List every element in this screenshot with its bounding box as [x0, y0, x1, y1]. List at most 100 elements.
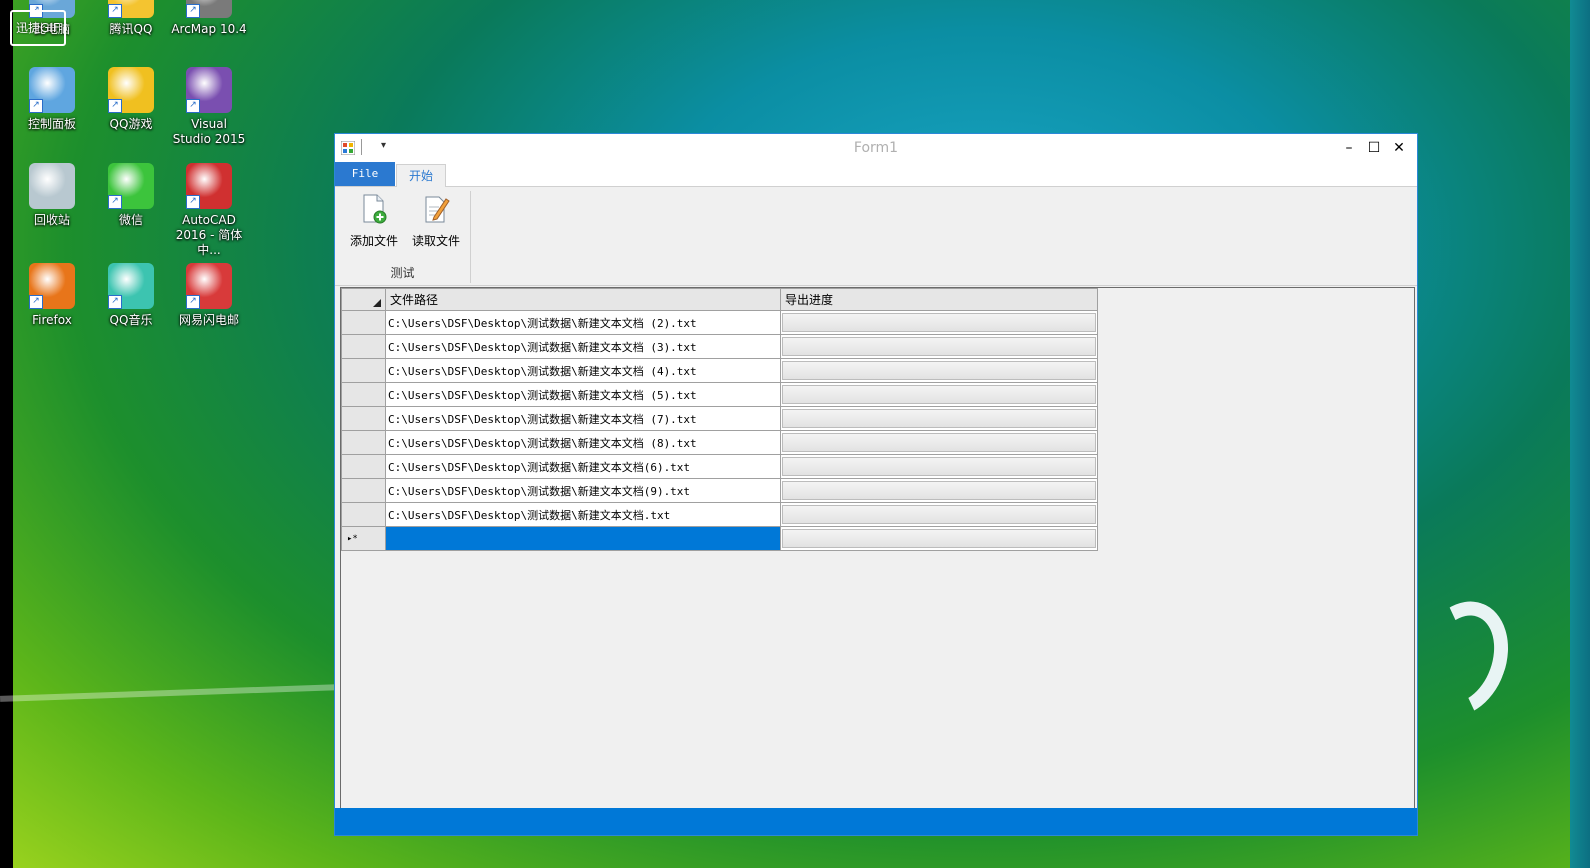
add-file-icon	[363, 194, 387, 224]
desktop-icon-label: 网易闪电邮	[178, 313, 239, 327]
path-cell[interactable]: C:\Users\DSF\Desktop\测试数据\新建文本文档(9).txt	[385, 478, 781, 503]
qq-icon: ↗	[108, 0, 154, 18]
desktop-icon-label: AutoCAD 2016 - 简体中...	[175, 213, 243, 257]
export-progress-bar	[782, 385, 1096, 404]
screen-right-edge	[1570, 0, 1590, 868]
path-cell[interactable]: C:\Users\DSF\Desktop\测试数据\新建文本文档(6).txt	[385, 454, 781, 479]
visual-studio-icon: ↗	[186, 67, 232, 113]
desktop-icon-11[interactable]: ↗ 网易闪电邮	[171, 263, 247, 328]
path-cell[interactable]: C:\Users\DSF\Desktop\测试数据\新建文本文档 (3).txt	[385, 334, 781, 359]
table-row[interactable]: C:\Users\DSF\Desktop\测试数据\新建文本文档(6).txt	[341, 454, 1098, 479]
desktop-icon-5[interactable]: ↗ Visual Studio 2015	[171, 67, 247, 147]
autocad-icon: ↗	[186, 163, 232, 209]
progress-cell	[780, 454, 1098, 479]
table-row[interactable]: C:\Users\DSF\Desktop\测试数据\新建文本文档 (2).txt	[341, 310, 1098, 335]
shortcut-arrow-icon: ↗	[29, 99, 43, 113]
status-bar	[335, 808, 1417, 835]
desktop-icon-6[interactable]: 回收站	[14, 163, 90, 228]
export-progress-bar	[782, 361, 1096, 380]
progress-cell	[780, 334, 1098, 359]
table-row[interactable]: C:\Users\DSF\Desktop\测试数据\新建文本文档.txt	[341, 502, 1098, 527]
maximize-button[interactable]: ☐	[1362, 138, 1386, 158]
export-progress-bar	[782, 457, 1096, 476]
firefox-icon: ↗	[29, 263, 75, 309]
path-cell[interactable]: C:\Users\DSF\Desktop\测试数据\新建文本文档 (2).txt	[385, 310, 781, 335]
screen-left-edge	[0, 0, 13, 868]
file-data-grid[interactable]: 文件路径 导出进度 C:\Users\DSF\Desktop\测试数据\新建文本…	[340, 287, 1415, 809]
tab-start[interactable]: 开始	[396, 164, 446, 187]
row-header[interactable]	[341, 334, 386, 359]
desktop-icon-9[interactable]: ↗ Firefox	[14, 263, 90, 328]
add-file-button[interactable]: 添加文件	[345, 193, 403, 249]
progress-cell	[780, 310, 1098, 335]
minimize-button[interactable]: –	[1337, 138, 1361, 158]
title-bar[interactable]: ▾ Form1 – ☐ ✕	[335, 134, 1417, 162]
row-header[interactable]	[341, 358, 386, 383]
row-header[interactable]	[341, 406, 386, 431]
desktop-icon-10[interactable]: ↗ QQ音乐	[93, 263, 169, 328]
progress-cell	[780, 502, 1098, 527]
window-title: Form1	[853, 140, 899, 156]
desktop-icon-7[interactable]: ↗ 微信	[93, 163, 169, 228]
shortcut-arrow-icon: ↗	[186, 295, 200, 309]
path-cell[interactable]: C:\Users\DSF\Desktop\测试数据\新建文本文档 (8).txt	[385, 430, 781, 455]
export-progress-bar	[782, 481, 1096, 500]
new-row-marker[interactable]: ▸*	[341, 526, 386, 551]
form1-window: ▾ Form1 – ☐ ✕ File 开始 添加文件 读取文件 测试 文件路径 …	[334, 133, 1418, 836]
column-header-path[interactable]: 文件路径	[385, 288, 781, 311]
shortcut-arrow-icon: ↗	[108, 195, 122, 209]
table-row[interactable]: C:\Users\DSF\Desktop\测试数据\新建文本文档 (8).txt	[341, 430, 1098, 455]
path-cell[interactable]: C:\Users\DSF\Desktop\测试数据\新建文本文档 (4).txt	[385, 358, 781, 383]
table-row[interactable]: C:\Users\DSF\Desktop\测试数据\新建文本文档 (3).txt	[341, 334, 1098, 359]
wallpaper-logo-swoosh	[1400, 588, 1524, 730]
desktop-icon-3[interactable]: ↗ 控制面板	[14, 67, 90, 132]
progress-cell	[780, 406, 1098, 431]
export-progress-bar	[782, 409, 1096, 428]
shortcut-arrow-icon: ↗	[108, 4, 122, 18]
read-file-icon	[425, 196, 450, 223]
recycle-bin-icon	[29, 163, 75, 209]
desktop-icon-1[interactable]: ↗ 腾讯QQ	[93, 0, 169, 37]
row-header[interactable]	[341, 430, 386, 455]
read-file-label: 读取文件	[411, 234, 460, 248]
shortcut-arrow-icon: ↗	[108, 295, 122, 309]
desktop-icon-label: 腾讯QQ	[109, 22, 153, 36]
shortcut-arrow-icon: ↗	[186, 4, 200, 18]
progress-cell	[780, 382, 1098, 407]
grid-select-all-corner[interactable]	[341, 288, 386, 311]
table-row[interactable]: C:\Users\DSF\Desktop\测试数据\新建文本文档 (7).txt	[341, 406, 1098, 431]
desktop-icon-4[interactable]: ↗ QQ游戏	[93, 67, 169, 132]
column-header-progress[interactable]: 导出进度	[780, 288, 1098, 311]
row-header[interactable]	[341, 382, 386, 407]
progress-cell	[780, 358, 1098, 383]
desktop-icon-label: QQ游戏	[109, 117, 153, 131]
path-cell[interactable]: C:\Users\DSF\Desktop\测试数据\新建文本文档 (7).txt	[385, 406, 781, 431]
ribbon-panel: 添加文件 读取文件 测试	[335, 187, 1417, 286]
shortcut-arrow-icon: ↗	[186, 195, 200, 209]
row-header[interactable]	[341, 310, 386, 335]
table-row[interactable]: C:\Users\DSF\Desktop\测试数据\新建文本文档 (4).txt	[341, 358, 1098, 383]
progress-cell	[780, 430, 1098, 455]
tab-file[interactable]: File	[335, 162, 395, 186]
export-progress-bar	[782, 313, 1096, 332]
close-button[interactable]: ✕	[1387, 138, 1411, 158]
table-row[interactable]: C:\Users\DSF\Desktop\测试数据\新建文本文档(9).txt	[341, 478, 1098, 503]
read-file-button[interactable]: 读取文件	[407, 193, 465, 249]
desktop-icon-8[interactable]: ↗ AutoCAD 2016 - 简体中...	[171, 163, 247, 258]
shortcut-arrow-icon: ↗	[108, 99, 122, 113]
export-progress-bar	[782, 337, 1096, 356]
export-progress-bar	[782, 433, 1096, 452]
row-header[interactable]	[341, 502, 386, 527]
gif-recorder-overlay: 迅捷GIF	[10, 10, 66, 46]
new-row-progress-cell	[780, 526, 1098, 551]
table-row[interactable]: C:\Users\DSF\Desktop\测试数据\新建文本文档 (5).txt	[341, 382, 1098, 407]
export-progress-bar	[782, 529, 1096, 548]
ribbon-tab-bar: File 开始	[335, 162, 1417, 187]
path-cell[interactable]: C:\Users\DSF\Desktop\测试数据\新建文本文档 (5).txt	[385, 382, 781, 407]
new-row[interactable]: ▸*	[341, 526, 1098, 551]
row-header[interactable]	[341, 478, 386, 503]
new-row-path-cell[interactable]	[385, 526, 781, 551]
desktop-icon-2[interactable]: ↗ ArcMap 10.4	[171, 0, 247, 37]
path-cell[interactable]: C:\Users\DSF\Desktop\测试数据\新建文本文档.txt	[385, 502, 781, 527]
row-header[interactable]	[341, 454, 386, 479]
